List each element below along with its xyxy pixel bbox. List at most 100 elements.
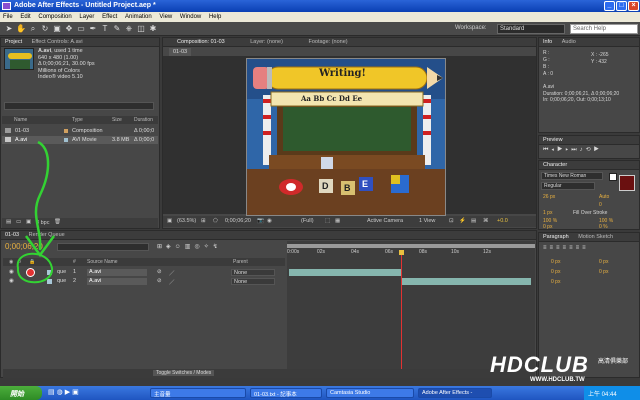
fill-color-swatch[interactable] (609, 173, 617, 181)
resolution-select[interactable]: (Full) (301, 218, 314, 224)
workspace-select[interactable]: Standard (497, 24, 565, 34)
camera-tool-icon[interactable]: ▣ (52, 24, 62, 34)
layer-name[interactable]: A.avi (87, 278, 147, 285)
browser-icon[interactable]: ◍ (57, 389, 65, 396)
toggle-switches-modes-button[interactable]: Toggle Switches / Modes (153, 370, 215, 376)
task-volume[interactable]: 主音量 (150, 388, 246, 398)
clone-stamp-tool-icon[interactable]: ⎈ (124, 24, 134, 34)
font-style-select[interactable]: Regular (541, 182, 595, 190)
type-tool-icon[interactable]: T (100, 24, 110, 34)
parent-select[interactable]: None (231, 269, 275, 276)
col-duration[interactable]: Duration (134, 117, 153, 123)
col-size[interactable]: Size (112, 117, 122, 123)
snapshot-icon[interactable]: 📷 (257, 218, 264, 224)
layer-2-duration-bar[interactable] (401, 278, 531, 285)
task-after-effects[interactable]: Adobe After Effects - (418, 388, 492, 398)
draft-3d-icon[interactable]: ◈ (166, 244, 175, 250)
ram-preview-icon[interactable]: ▶ (594, 147, 602, 153)
menu-edit[interactable]: Edit (17, 12, 33, 20)
project-row-composition[interactable]: 01-03 Composition Δ 0;00;0 (2, 127, 158, 135)
indent-left-value[interactable]: 0 px (551, 259, 560, 265)
hand-tool-icon[interactable]: ✋ (16, 24, 26, 34)
tracking-value[interactable]: 0 (599, 202, 602, 208)
menu-view[interactable]: View (156, 12, 175, 20)
tab-paragraph[interactable]: Paragraph (539, 233, 573, 240)
menu-animation[interactable]: Animation (122, 12, 155, 20)
rotate-tool-icon[interactable]: ↻ (40, 24, 50, 34)
close-button[interactable]: × (628, 1, 639, 11)
composition-mini-flowchart-icon[interactable]: ⊞ (157, 244, 166, 250)
space-after-value[interactable]: 0 px (599, 269, 608, 275)
zoom-tool-icon[interactable]: ⌕ (28, 24, 38, 34)
view-layout-select[interactable]: 1 View (419, 218, 435, 224)
toggle-pixel-aspect-icon[interactable]: ⊡ (449, 218, 454, 224)
exposure-value[interactable]: +0.0 (497, 218, 508, 224)
work-area-bar[interactable] (287, 244, 535, 248)
shy-switch-icon[interactable]: ⊘ (157, 278, 162, 284)
pan-behind-tool-icon[interactable]: ✥ (64, 24, 74, 34)
tab-motion-sketch[interactable]: Motion Sketch (574, 233, 617, 240)
graph-editor-icon[interactable]: ↯ (213, 244, 222, 250)
layer-name[interactable]: A.avi (87, 269, 147, 276)
eraser-tool-icon[interactable]: ◫ (136, 24, 146, 34)
tab-footage[interactable]: Footage: (none) (288, 38, 351, 45)
fast-previews-icon[interactable]: ⚡ (459, 218, 466, 224)
task-notepad[interactable]: 01-03.txt - 記事本 (250, 388, 322, 398)
camera-select[interactable]: Active Camera (367, 218, 403, 224)
brush-tool-icon[interactable]: ✎ (112, 24, 122, 34)
tab-preview[interactable]: Preview (539, 136, 567, 143)
col-name[interactable]: Name (14, 117, 27, 123)
rectangle-mask-tool-icon[interactable]: ▭ (76, 24, 86, 34)
comp-name-tab[interactable]: 01-03 (169, 48, 192, 56)
tsume-value[interactable]: 0 % (599, 224, 608, 230)
tray-clock[interactable]: 上午 04:44 (588, 392, 617, 398)
menu-composition[interactable]: Composition (35, 12, 74, 20)
brainstorm-icon[interactable]: ✧ (204, 244, 213, 250)
desktop-icon[interactable]: ▣ (72, 389, 81, 396)
indent-right-value[interactable]: 0 px (599, 259, 608, 265)
col-type[interactable]: Type (72, 117, 83, 123)
loop-icon[interactable]: ⟲ (586, 147, 594, 153)
mask-visibility-icon[interactable]: ⬠ (213, 218, 218, 224)
search-help-input[interactable]: Search Help (570, 24, 638, 34)
tab-info[interactable]: Info (539, 38, 556, 45)
selection-tool-icon[interactable]: ➤ (4, 24, 14, 34)
font-size-value[interactable]: 26 px (543, 194, 555, 200)
shy-switch-icon[interactable]: ⊘ (157, 269, 162, 275)
justify-all-icon[interactable]: ≡ (582, 245, 589, 251)
tab-audio[interactable]: Audio (558, 38, 580, 45)
tab-project[interactable]: Project (1, 38, 26, 45)
magnification-select[interactable]: (63.5%) (177, 218, 196, 224)
tab-layer[interactable]: Layer: (none) (230, 38, 287, 45)
stroke-width-value[interactable]: 1 px (543, 210, 552, 216)
baseline-shift-value[interactable]: 0 px (543, 224, 552, 230)
minimize-button[interactable]: _ (604, 1, 615, 11)
region-of-interest-icon[interactable]: ⬚ (325, 218, 330, 224)
timeline-icon[interactable]: ▤ (471, 218, 476, 224)
show-channel-icon[interactable]: ◉ (267, 218, 272, 224)
quality-switch-icon[interactable]: ／ (169, 269, 175, 277)
stroke-type-select[interactable]: Fill Over Stroke (573, 210, 607, 216)
tab-character[interactable]: Character (539, 161, 571, 168)
menu-effect[interactable]: Effect (99, 12, 120, 20)
always-preview-icon[interactable]: ▣ (167, 218, 172, 224)
leading-value[interactable]: Auto (599, 194, 609, 200)
space-before-value[interactable]: 0 px (551, 269, 560, 275)
transparency-grid-icon[interactable]: ▦ (335, 218, 340, 224)
folder-icon[interactable]: ▤ (48, 389, 57, 396)
project-search-input[interactable] (4, 102, 154, 110)
font-family-select[interactable]: Times New Roman (541, 172, 603, 180)
menu-layer[interactable]: Layer (76, 12, 97, 20)
flowchart-icon[interactable]: ⌘ (483, 218, 489, 224)
layer-1-duration-bar[interactable] (289, 269, 401, 276)
time-ruler[interactable]: 0:00s 02s 04s 06s 08s 10s 12s (287, 249, 535, 257)
motion-blur-icon[interactable]: ◎ (194, 244, 203, 250)
shy-layers-icon[interactable]: ☺ (175, 244, 185, 250)
menu-window[interactable]: Window (177, 12, 204, 20)
col-parent[interactable]: Parent (233, 259, 248, 265)
title-safe-icon[interactable]: ⊞ (201, 218, 206, 224)
stroke-color-swatch[interactable] (619, 175, 635, 191)
last-frame-icon[interactable]: ⏭ (571, 147, 579, 153)
col-source-name[interactable]: Source Name (87, 259, 118, 265)
quality-switch-icon[interactable]: ／ (169, 278, 175, 286)
